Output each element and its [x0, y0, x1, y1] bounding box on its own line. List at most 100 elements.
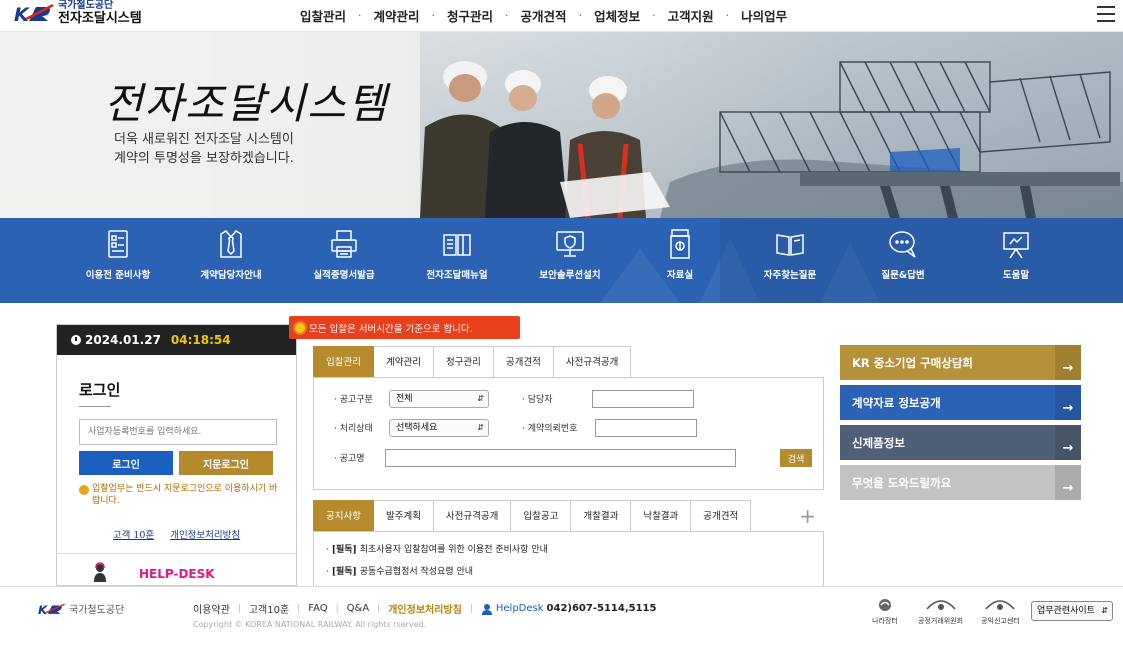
nav-bid[interactable]: 입찰관리	[300, 6, 346, 25]
tab-pre-spec-disclosure[interactable]: 사전규격공개	[433, 500, 512, 532]
manager-input[interactable]	[592, 390, 694, 408]
quick-item-qna[interactable]: 질문&답변	[853, 228, 953, 281]
tab-award-results[interactable]: 낙찰결과	[631, 500, 692, 532]
logo-org-name: 국가철도공단	[58, 0, 114, 11]
nav-separator: ·	[505, 9, 509, 22]
notice-text: 모든 입찰은 서버시간을 기준으로 합니다.	[309, 323, 473, 335]
qna-bubble-icon	[889, 231, 916, 258]
kr-logo-icon: K	[14, 3, 54, 25]
customer-ten-rules-link[interactable]: 고객 10훈	[113, 527, 154, 541]
qna-link[interactable]: Q&A	[347, 603, 370, 614]
nav-customer-support[interactable]: 고객지원	[668, 6, 714, 25]
helpdesk-link[interactable]: HelpDesk	[496, 603, 544, 614]
login-note-text: 입찰업무는 반드시 지문로그인으로 이용하시기 바랍니다.	[92, 484, 278, 506]
tab-contract[interactable]: 계약관리	[373, 346, 434, 378]
quick-item-faq[interactable]: 자주찾는질문	[740, 228, 840, 281]
ten-rules-link[interactable]: 고객10훈	[249, 601, 289, 616]
tab-bid[interactable]: 입찰관리	[313, 346, 374, 378]
tab-bid-notice[interactable]: 입찰공고	[511, 500, 572, 532]
board-list: · [필독] 최초사용자 입찰참여를 위한 이용전 준비사항 안내 · [필독]…	[313, 531, 824, 586]
arrow-right-icon: →	[1055, 345, 1081, 380]
quick-item-certificate[interactable]: 실적증명서발급	[294, 228, 394, 281]
quick-item-label: 도움말	[1002, 270, 1030, 281]
clock-time: 04:18:54	[170, 333, 231, 347]
tab-claim[interactable]: 청구관리	[433, 346, 494, 378]
hamburger-menu-icon[interactable]	[1097, 6, 1115, 22]
badge-naramarket[interactable]: 나라장터	[870, 597, 900, 626]
notice-name-input[interactable]	[385, 449, 736, 467]
eye-emblem-icon	[985, 600, 1015, 610]
sme-purchase-consult-button[interactable]: KR 중소기업 구매상담회 →	[840, 345, 1081, 380]
related-site-select[interactable]: 업무관련사이트 ⇵	[1031, 601, 1113, 621]
quick-item-label: 계약담당자안내	[200, 270, 262, 281]
fingerprint-login-button[interactable]: 지문로그인	[179, 451, 273, 475]
tab-open-quote[interactable]: 공개견적	[691, 500, 752, 532]
hero-subtitle: 더욱 새로워진 전자조달 시스템이 계약의 투명성을 보장하겠습니다.	[114, 130, 294, 168]
badge-whistleblower-center[interactable]: 공익신고센터	[981, 597, 1020, 626]
select-arrow-icon: ⇵	[477, 394, 484, 403]
quick-item-archive[interactable]: 자료실	[630, 228, 730, 281]
nav-claim[interactable]: 청구관리	[447, 6, 493, 25]
contract-disclosure-button[interactable]: 계약자료 정보공개 →	[840, 385, 1081, 420]
nav-company-info[interactable]: 업체정보	[594, 6, 640, 25]
tab-notices[interactable]: 공지사항	[313, 500, 374, 532]
copyright: Copyright © KOREA NATIONAL RAILWAY. All …	[193, 620, 427, 629]
tab-pre-spec[interactable]: 사전규격공개	[553, 346, 632, 378]
nav-separator: ·	[578, 9, 583, 22]
naramarket-logo-icon	[879, 599, 891, 611]
helpdesk-banner[interactable]: HELP-DESK	[57, 553, 296, 585]
main-nav: 입찰관리 · 계약관리 · 청구관리 · 공개견적 · 업체정보 · 고객지원 …	[300, 6, 787, 25]
security-monitor-icon	[556, 231, 584, 257]
tab-opening-results[interactable]: 개찰결과	[571, 500, 632, 532]
quick-item-label: 전자조달매뉴얼	[426, 270, 488, 281]
tab-open-quote[interactable]: 공개견적	[493, 346, 554, 378]
quick-item-label: 실적증명서발급	[313, 270, 375, 281]
quick-item-manual[interactable]: 전자조달매뉴얼	[407, 228, 507, 281]
terms-link[interactable]: 이용약관	[193, 601, 230, 616]
notice-type-select[interactable]: 전체 ⇵	[389, 390, 489, 408]
footer-privacy-link[interactable]: 개인정보처리방침	[388, 601, 462, 616]
nav-contract[interactable]: 계약관리	[374, 6, 420, 25]
privacy-policy-link[interactable]: 개인정보처리방침	[170, 527, 240, 541]
badge-fair-trade-commission[interactable]: 공정거래위원회	[918, 597, 963, 626]
quick-item-label: 보안솔루션설치	[539, 270, 601, 281]
nav-my-work[interactable]: 나의업무	[741, 6, 787, 25]
tab-order-plan[interactable]: 발주계획	[373, 500, 434, 532]
quick-item-label: 이용전 준비사항	[85, 270, 151, 281]
faq-link[interactable]: FAQ	[308, 603, 327, 614]
contract-number-input[interactable]	[595, 419, 697, 437]
logo[interactable]: K 국가철도공단 전자조달시스템	[14, 0, 142, 26]
list-item[interactable]: · [필독] 최초사용자 입찰참여를 위한 이용전 준비사항 안내	[326, 542, 823, 555]
quick-item-contract-staff[interactable]: 계약담당자안내	[181, 228, 281, 281]
search-tabs: 입찰관리 계약관리 청구관리 공개견적 사전규격공개	[313, 346, 824, 378]
hero-subtitle-line1: 더욱 새로워진 전자조달 시스템이	[114, 132, 294, 147]
right-menu-label: 계약자료 정보공개	[852, 396, 941, 410]
login-title: 로그인	[79, 381, 121, 399]
quick-item-security[interactable]: 보안솔루션설치	[520, 228, 620, 281]
nav-separator: ·	[652, 9, 656, 22]
quick-item-help[interactable]: 도움말	[966, 228, 1066, 281]
kr-logo-icon: K	[38, 602, 65, 616]
nav-open-quote[interactable]: 공개견적	[521, 6, 567, 25]
notice-name-label: · 공고명	[334, 454, 365, 464]
more-plus-icon[interactable]: +	[799, 506, 816, 526]
list-item[interactable]: · [필독] 공동수급협정서 작성요령 안내	[326, 564, 823, 577]
help-request-button[interactable]: 무엇을 도와드릴까요 →	[840, 465, 1081, 500]
item-title: 최초사용자 입찰참여를 위한 이용전 준비사항 안내	[359, 545, 548, 555]
staff-tie-icon	[220, 230, 242, 258]
login-title-divider	[79, 406, 111, 407]
business-number-input[interactable]	[79, 419, 277, 445]
new-product-info-button[interactable]: 신제품정보 →	[840, 425, 1081, 460]
quick-item-label: 자주찾는질문	[763, 270, 817, 281]
svg-text:K: K	[38, 602, 48, 615]
footer-separator: |	[237, 603, 241, 614]
search-button[interactable]: 검색	[780, 449, 812, 467]
server-clock: 2024.01.27 04:18:54	[57, 325, 296, 355]
status-select[interactable]: 선택하세요 ⇵	[389, 419, 489, 437]
helpdesk-label: HELP-DESK	[139, 567, 215, 581]
quick-item-preparation[interactable]: 이용전 준비사항	[68, 228, 168, 281]
hero-construction-photo	[420, 32, 1123, 218]
agent-headset-icon	[94, 562, 106, 582]
status-label: · 처리상태	[334, 424, 373, 434]
login-button[interactable]: 로그인	[79, 451, 173, 475]
